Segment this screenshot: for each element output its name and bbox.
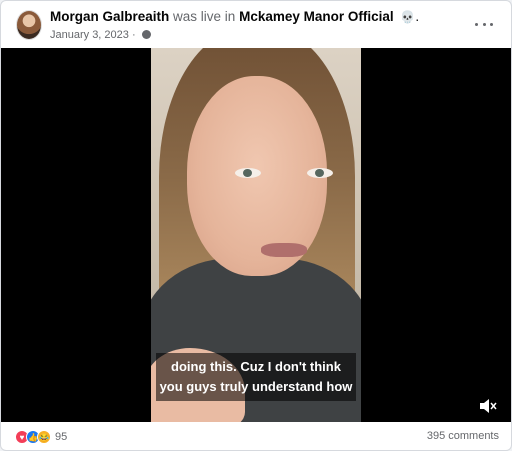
mute-icon[interactable] bbox=[479, 398, 497, 414]
caption-line: you guys truly understand how bbox=[159, 379, 353, 394]
post-date-link[interactable]: January 3, 2023 · bbox=[50, 29, 136, 41]
title-period: . bbox=[415, 9, 420, 24]
video-caption: doing this. Cuz I don't think you guys t… bbox=[156, 353, 356, 401]
video-eye-shape bbox=[235, 168, 261, 178]
globe-icon bbox=[141, 30, 151, 39]
post-meta: January 3, 2023 · bbox=[50, 29, 151, 41]
caption-line: doing this. Cuz I don't think bbox=[171, 359, 341, 374]
haha-reaction-icon: 😂 bbox=[37, 430, 51, 444]
more-options-icon[interactable] bbox=[475, 15, 493, 33]
reaction-count: 95 bbox=[55, 431, 68, 443]
author-avatar[interactable] bbox=[16, 10, 42, 40]
author-name-link[interactable]: Morgan Galbreaith bbox=[50, 9, 169, 24]
reactions-summary[interactable]: ♥ 👍 😂 95 bbox=[15, 430, 67, 444]
page-name-link[interactable]: Mckamey Manor Official bbox=[239, 9, 394, 24]
post-header: Morgan Galbreaith was live in Mckamey Ma… bbox=[1, 1, 511, 49]
video-mouth-shape bbox=[261, 243, 307, 257]
skull-icon: 💀 bbox=[400, 10, 416, 24]
post-title-line: Morgan Galbreaith was live in Mckamey Ma… bbox=[50, 9, 419, 24]
video-eye-shape bbox=[307, 168, 333, 178]
post-footer: ♥ 👍 😂 95 395 comments bbox=[1, 422, 511, 450]
comments-count-link[interactable]: 395 comments bbox=[427, 430, 499, 442]
post-card: Morgan Galbreaith was live in Mckamey Ma… bbox=[0, 0, 512, 451]
live-video-player[interactable]: doing this. Cuz I don't think you guys t… bbox=[1, 48, 511, 422]
action-text: was live in bbox=[173, 9, 236, 24]
video-face-shape bbox=[187, 76, 333, 276]
